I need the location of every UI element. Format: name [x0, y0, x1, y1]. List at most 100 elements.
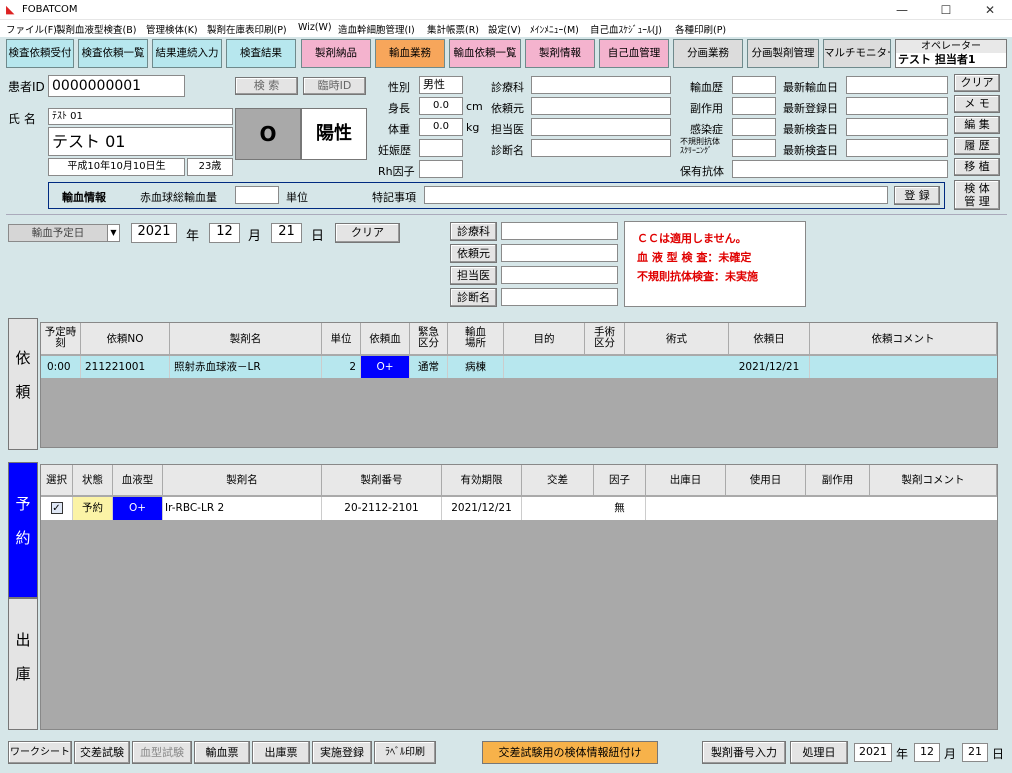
header-place: 輸血場所	[448, 323, 504, 355]
side-effect-field[interactable]	[732, 97, 776, 115]
kana-name-field[interactable]: ﾃｽﾄ 01	[48, 108, 233, 125]
operator-box: オペレーター テスト 担当者1	[895, 39, 1007, 68]
doctor-field[interactable]	[531, 118, 671, 136]
worksheet-button[interactable]: ワークシート	[8, 741, 72, 764]
transplant-button[interactable]: 移 植	[954, 158, 1000, 176]
memo-button[interactable]: メ モ	[954, 95, 1000, 113]
schedule-doctor-button[interactable]: 担当医	[450, 266, 497, 285]
tab-transfusion-work[interactable]: 輸血業務	[375, 39, 445, 68]
tab-test-reception[interactable]: 検査依頼受付	[6, 39, 74, 68]
header-use-date: 使用日	[726, 465, 806, 496]
select-checkbox[interactable]: ✓	[50, 502, 63, 514]
cell-status: 予約	[73, 497, 113, 520]
tab-fraction-work[interactable]: 分画業務	[673, 39, 743, 68]
dept-label: 診療科	[491, 81, 524, 94]
menu-reports[interactable]: 集計帳票(R)	[427, 22, 479, 36]
diagnosis-field[interactable]	[531, 139, 671, 157]
blood-type-test-button[interactable]: 血型試験	[132, 741, 192, 764]
schedule-dept-field[interactable]	[501, 222, 618, 240]
process-month-label: 月	[944, 747, 957, 761]
schedule-clear-button[interactable]: クリア	[335, 223, 400, 243]
tab-fraction-product[interactable]: 分画製剤管理	[747, 39, 819, 68]
menu-file[interactable]: ファイル(F)	[6, 22, 57, 36]
menu-autologous[interactable]: 自己血ｽｹｼﾞｭｰﾙ(J)	[590, 22, 662, 36]
tab-autologous[interactable]: 自己血管理	[599, 39, 669, 68]
tab-product-info[interactable]: 製剤情報	[525, 39, 595, 68]
sex-label: 性別	[388, 81, 410, 94]
pregnancy-field[interactable]	[419, 139, 463, 157]
header-blood: 依頼血	[361, 323, 410, 355]
tab-continuous-input[interactable]: 結果連続入力	[152, 39, 222, 68]
tab-transfusion-request-list[interactable]: 輸血依頼一覧	[449, 39, 521, 68]
header-units: 単位	[322, 323, 361, 355]
rh-factor-field[interactable]	[419, 160, 463, 178]
schedule-origin-field[interactable]	[501, 244, 618, 262]
infection-field[interactable]	[732, 118, 776, 136]
schedule-diagnosis-button[interactable]: 診断名	[450, 288, 497, 307]
irregular-antibody-field[interactable]	[732, 139, 776, 157]
patient-id-input[interactable]: 0000000001	[48, 75, 185, 97]
tab-issue[interactable]: 出 庫	[8, 598, 38, 730]
process-date-button[interactable]: 処理日	[790, 741, 848, 764]
process-day-field[interactable]: 21	[962, 743, 988, 762]
tab-test-list[interactable]: 検査依頼一覧	[78, 39, 148, 68]
label-print-button[interactable]: ﾗﾍﾞﾙ印刷	[374, 741, 436, 764]
tab-request[interactable]: 依 頼	[8, 318, 38, 450]
schedule-month-field[interactable]: 12	[209, 223, 240, 243]
transfusion-history-field[interactable]	[732, 76, 776, 94]
history-button[interactable]: 履 歴	[954, 137, 1000, 155]
schedule-day-field[interactable]: 21	[271, 223, 302, 243]
schedule-type-select[interactable]: 輸血予定日	[8, 224, 108, 242]
register-button[interactable]: 登 録	[894, 186, 940, 205]
cross-test-button[interactable]: 交差試験	[74, 741, 130, 764]
alert-antibody: 不規則抗体検査：未実施	[637, 270, 758, 283]
menu-stem-cell[interactable]: 造血幹細胞管理(I)	[338, 22, 415, 36]
schedule-diagnosis-field[interactable]	[501, 288, 618, 306]
maximize-button[interactable]: ☐	[924, 0, 968, 20]
origin-field[interactable]	[531, 97, 671, 115]
patient-name-field[interactable]: テスト 01	[48, 127, 233, 156]
menu-inventory-print[interactable]: 製剤在庫表印刷(P)	[207, 22, 287, 36]
latest-transfusion-field	[846, 76, 948, 94]
close-button[interactable]: ✕	[968, 0, 1012, 20]
tab-reserve[interactable]: 予 約	[8, 462, 38, 598]
rbc-total-field[interactable]	[235, 186, 279, 204]
cross-test-specimen-link-button[interactable]: 交差試験用の検体情報紐付け	[482, 741, 658, 764]
menu-control[interactable]: 管理検体(K)	[146, 22, 198, 36]
menu-print[interactable]: 各種印刷(P)	[675, 22, 726, 36]
clear-button[interactable]: クリア	[954, 74, 1000, 92]
height-field[interactable]: 0.0	[419, 97, 463, 115]
schedule-dept-button[interactable]: 診療科	[450, 222, 497, 241]
dept-field[interactable]	[531, 76, 671, 94]
header-date: 依頼日	[729, 323, 810, 355]
table-row[interactable]: ✓ 予約 O+ Ir-RBC-LR 2 20-2112-2101 2021/12…	[41, 497, 997, 520]
temp-id-button[interactable]: 臨時ID	[303, 77, 366, 95]
note-field[interactable]	[424, 186, 888, 204]
menu-wiz[interactable]: Wiz(W)	[298, 22, 332, 33]
schedule-doctor-field[interactable]	[501, 266, 618, 284]
transfusion-slip-button[interactable]: 輸血票	[194, 741, 250, 764]
weight-field[interactable]: 0.0	[419, 118, 463, 136]
tab-issue-char-1: 出	[15, 631, 31, 649]
menu-main[interactable]: ﾒｲﾝﾒﾆｭｰ(M)	[530, 22, 579, 36]
implementation-register-button[interactable]: 実施登録	[312, 741, 372, 764]
tab-test-results[interactable]: 検査結果	[226, 39, 296, 68]
table-row[interactable]: 0:00 211221001 照射赤血球液－LR 2 O+ 通常 病棟 2021…	[41, 356, 997, 378]
edit-button[interactable]: 編 集	[954, 116, 1000, 134]
chevron-down-icon[interactable]: ▼	[107, 224, 120, 242]
product-number-input-button[interactable]: 製剤番号入力	[702, 741, 786, 764]
process-year-field[interactable]: 2021	[854, 743, 892, 762]
schedule-origin-button[interactable]: 依頼元	[450, 244, 497, 263]
holding-antibody-field[interactable]	[732, 160, 948, 178]
minimize-button[interactable]: —	[880, 0, 924, 20]
tab-product-delivery[interactable]: 製剤納品	[301, 39, 371, 68]
alert-cc: ＣＣは適用しません。	[637, 232, 747, 245]
menu-blood-type[interactable]: 製剤血液型検査(B)	[56, 22, 136, 36]
tab-multi-monitor[interactable]: マルチモニター	[823, 39, 891, 68]
search-button[interactable]: 検 索	[235, 77, 298, 95]
specimen-management-button[interactable]: 検 体 管 理	[954, 180, 1000, 210]
process-month-field[interactable]: 12	[914, 743, 940, 762]
schedule-year-field[interactable]: 2021	[131, 223, 177, 243]
menu-settings[interactable]: 設定(V)	[488, 22, 521, 36]
issue-slip-button[interactable]: 出庫票	[252, 741, 310, 764]
